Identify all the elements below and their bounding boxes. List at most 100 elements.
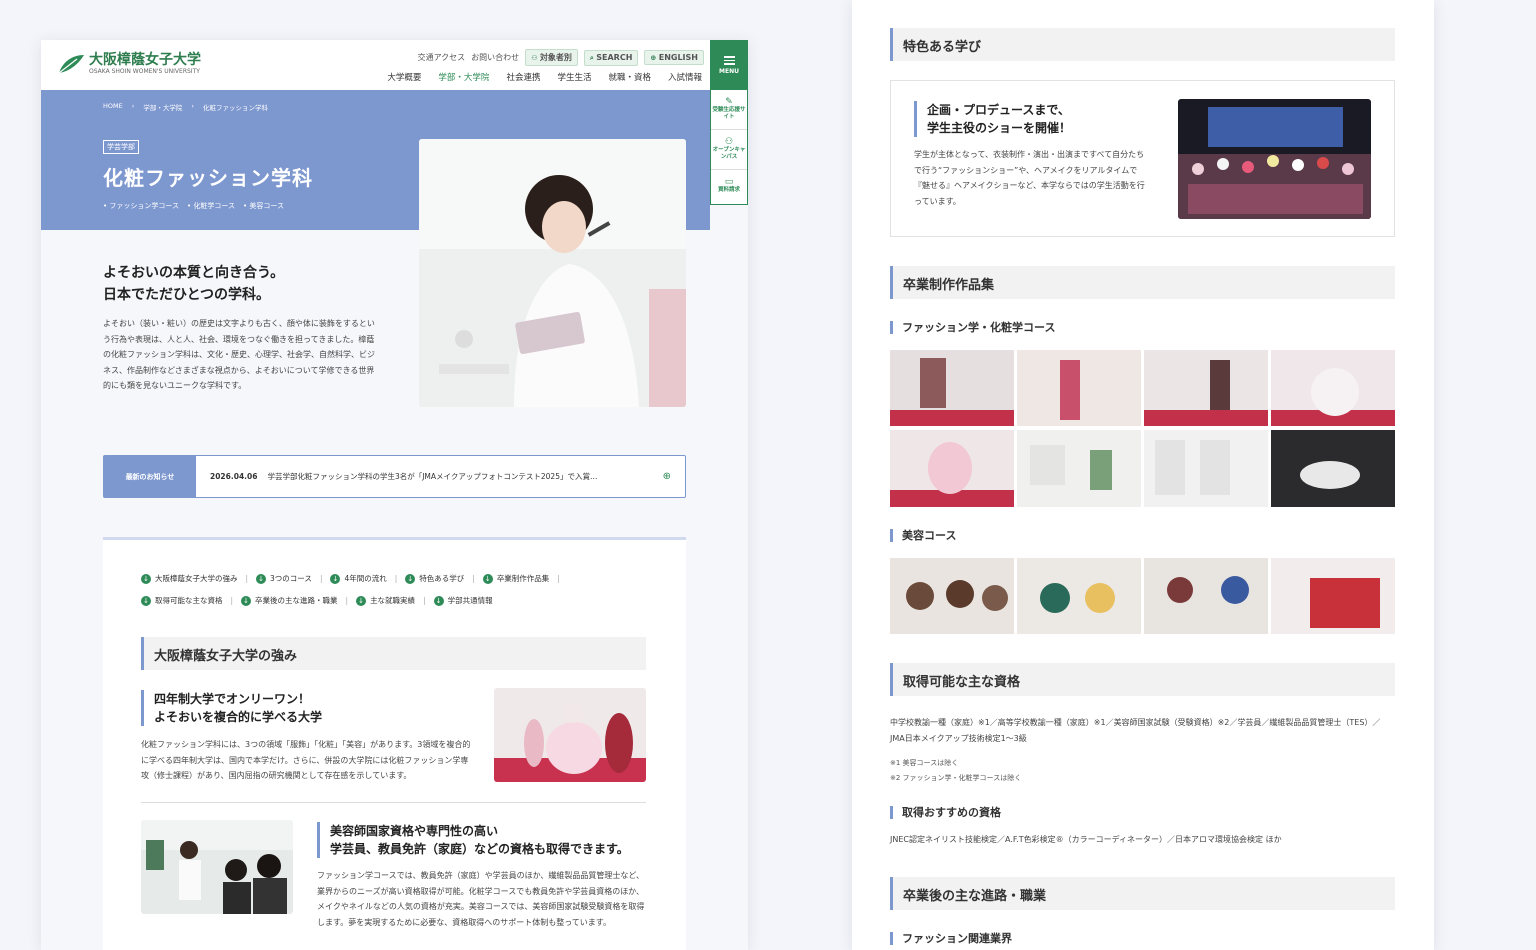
logo-en-text: OSAKA SHOIN WOMEN'S UNIVERSITY xyxy=(89,68,200,75)
side-link-exam[interactable]: ✎ 受験生応援サイト xyxy=(711,90,747,130)
feature-heading: 企画・プロデュースまで、 学生主役のショーを開催！ xyxy=(914,101,1071,137)
anchor-link-label: 特色ある学び xyxy=(419,574,465,583)
anchor-link[interactable]: ↓ 卒業後の主な進路・職業 xyxy=(241,594,338,608)
nav-item-faculty[interactable]: 学部・大学院 xyxy=(438,71,489,83)
nav-item-admission[interactable]: 入試情報 xyxy=(668,71,702,83)
section-heading-works: 卒業制作作品集 xyxy=(890,266,1395,299)
side-quick-links: ✎ 受験生応援サイト ⚇ オープンキャンパス ▭ 資料請求 xyxy=(710,90,748,205)
course-item-label: ファッション学コース xyxy=(109,202,180,210)
page-title: 化粧ファッション学科 xyxy=(103,166,313,190)
strength2-photo xyxy=(141,820,293,914)
feature-text: 学生が主体となって、衣装制作・演出・出演まですべて自分たちで行う“ファッションシ… xyxy=(914,150,1145,206)
breadcrumb: HOME › 学部・大学院 › 化粧ファッション学科 xyxy=(103,102,268,112)
section-heading-strength: 大阪樟蔭女子大学の強み xyxy=(141,637,646,670)
hero-photo xyxy=(419,139,686,407)
arrow-down-icon: ↓ xyxy=(256,574,267,584)
arrow-down-icon: ↓ xyxy=(482,574,493,584)
works-gallery-fashion xyxy=(890,350,1395,507)
english-button[interactable]: ⊕ ENGLISH xyxy=(644,50,704,65)
works-gallery-beauty xyxy=(890,558,1395,634)
anchor-link-label: 4年間の流れ xyxy=(344,574,387,583)
news-date: 2026.04.06 xyxy=(210,472,258,481)
search-label: SEARCH xyxy=(596,52,633,62)
anchor-link[interactable]: ↓ 主な就職実績 xyxy=(356,594,415,608)
arrow-down-icon: ↓ xyxy=(330,574,341,584)
breadcrumb-faculty[interactable]: 学部・大学院 xyxy=(143,102,182,112)
nav-item-social[interactable]: 社会連携 xyxy=(506,71,540,83)
course-list: • ファッション学コース • 化粧学コース • 美容コース xyxy=(103,201,284,211)
nav-item-career[interactable]: 就職・資格 xyxy=(608,71,651,83)
anchor-link-label: 取得可能な主な資格 xyxy=(155,596,223,605)
strength2-heading: 美容師国家資格や専門性の高い 学芸員、教員免許（家庭）などの資格も取得できます。 xyxy=(317,822,629,858)
side-link-brochure[interactable]: ▭ 資料請求 xyxy=(711,170,747,204)
side-link-exam-label: 受験生応援サイト xyxy=(712,107,746,120)
faculty-tag: 学芸学部 xyxy=(103,140,139,154)
breadcrumb-home[interactable]: HOME xyxy=(103,102,123,112)
left-page: 大阪樟蔭女子大学 OSAKA SHOIN WOMEN'S UNIVERSITY … xyxy=(41,40,748,950)
course-item: • ファッション学コース xyxy=(103,202,180,210)
anchor-link-label: 主な就職実績 xyxy=(370,596,416,605)
arrow-down-icon: ↓ xyxy=(433,596,444,606)
english-label: ENGLISH xyxy=(658,53,698,62)
arrow-circle-icon[interactable]: ⊕ xyxy=(663,471,671,482)
site-header: 大阪樟蔭女子大学 OSAKA SHOIN WOMEN'S UNIVERSITY … xyxy=(41,40,710,90)
people-icon: ⚇ xyxy=(724,137,734,147)
strength1-heading: 四年制大学でオンリーワン！ よそおいを複合的に学べる大学 xyxy=(141,690,322,726)
qualification-text: 中学校教諭一種（家庭）※1／高等学校教諭一種（家庭）※1／美容師国家試験（受験資… xyxy=(890,718,1381,743)
anchor-link-label: 3つのコース xyxy=(270,574,312,583)
anchor-link[interactable]: ↓ 3つのコース xyxy=(256,572,312,586)
side-link-opencampus[interactable]: ⚇ オープンキャンパス xyxy=(711,130,747,170)
career-sub-fashion: ファッション関連業界 xyxy=(890,932,1012,945)
anchor-link-label: 卒業制作作品集 xyxy=(496,574,550,583)
strength1-title-1: 四年制大学でオンリーワン！ xyxy=(154,692,311,706)
anchor-link[interactable]: ↓ 卒業制作作品集 xyxy=(482,572,550,586)
course-item: • 美容コース xyxy=(243,202,285,210)
works-sub-fashion: ファッション学・化粧学コース xyxy=(890,321,1055,334)
note-2: ※2 ファッション学・化粧学コースは除く xyxy=(890,774,1022,782)
course-item: • 化粧学コース xyxy=(187,202,236,210)
strength1-text: 化粧ファッション学科には、3つの領域「服飾」「化粧」「美容」があります。3領域を… xyxy=(141,740,471,780)
arrow-down-icon: ↓ xyxy=(405,574,416,584)
arrow-down-icon: ↓ xyxy=(356,596,367,606)
feature-heading-2: 学生主役のショーを開催！ xyxy=(927,121,1072,135)
course-item-label: 化粧学コース xyxy=(193,202,236,210)
section-heading-career: 卒業後の主な進路・職業 xyxy=(890,877,1395,910)
gallery-image xyxy=(1144,558,1268,634)
site-logo[interactable]: 大阪樟蔭女子大学 OSAKA SHOIN WOMEN'S UNIVERSITY xyxy=(57,52,201,75)
section-heading-feature: 特色ある学び xyxy=(890,28,1395,61)
news-bar[interactable]: 最新のお知らせ 2026.04.06 学芸学部化粧ファッション学科の学生3名が「… xyxy=(103,455,686,498)
access-link[interactable]: 交通アクセス xyxy=(418,52,466,63)
side-link-brochure-label: 資料請求 xyxy=(717,187,740,193)
nav-item-about[interactable]: 大学概要 xyxy=(387,71,421,83)
anchor-link[interactable]: ↓ 学部共通情報 xyxy=(433,594,493,608)
note-1: ※1 美容コースは除く xyxy=(890,759,959,767)
hamburger-icon xyxy=(723,56,735,58)
arrow-down-icon: ↓ xyxy=(141,574,151,584)
anchor-link[interactable]: ↓ 大阪樟蔭女子大学の強み xyxy=(141,572,238,586)
arrow-down-icon: ↓ xyxy=(141,596,151,606)
breadcrumb-current: 化粧ファッション学科 xyxy=(202,104,268,112)
gallery-image xyxy=(1017,558,1141,634)
anchor-link[interactable]: ↓ 4年間の流れ xyxy=(330,572,387,586)
news-text[interactable]: 学芸学部化粧ファッション学科の学生3名が「JMAメイクアップフォトコンテスト20… xyxy=(267,471,637,482)
logo-text: 大阪樟蔭女子大学 xyxy=(89,52,201,68)
anchor-nav: ↓ 大阪樟蔭女子大学の強み | ↓ 3つのコース | ↓ 4年間の流れ | ↓ 特色ある学び |… xyxy=(141,572,611,608)
lead-heading: よそおいの本質と向き合う。 日本でただひとつの学科。 xyxy=(103,262,284,306)
side-link-opencampus-label: オープンキャンパス xyxy=(712,147,746,160)
strength1-photo xyxy=(494,688,646,782)
anchor-link-label: 卒業後の主な進路・職業 xyxy=(255,596,338,605)
anchor-link[interactable]: ↓ 取得可能な主な資格 xyxy=(141,594,223,608)
nav-item-student[interactable]: 学生生活 xyxy=(557,71,591,83)
book-icon: ▭ xyxy=(724,177,734,187)
feature-photo xyxy=(1178,99,1371,219)
lead-text: よそおい（装い・粧い）の歴史は文字よりも古く、顔や体に装飾をするという行為や表現… xyxy=(103,319,375,390)
anchor-link-label: 大阪樟蔭女子大学の強み xyxy=(155,574,238,583)
utility-nav: 交通アクセス お問い合わせ ⚇ 対象者別 ⌕ SEARCH ⊕ ENGLISH xyxy=(418,49,704,66)
works-sub-beauty: 美容コース xyxy=(890,529,956,542)
recommended-heading: 取得おすすめの資格 xyxy=(890,806,1001,819)
search-button[interactable]: ⌕ SEARCH xyxy=(583,49,639,66)
target-button[interactable]: ⚇ 対象者別 xyxy=(525,49,578,66)
menu-button[interactable]: MENU xyxy=(710,40,748,90)
anchor-link[interactable]: ↓ 特色ある学び xyxy=(405,572,464,586)
contact-link[interactable]: お問い合わせ xyxy=(471,52,519,63)
